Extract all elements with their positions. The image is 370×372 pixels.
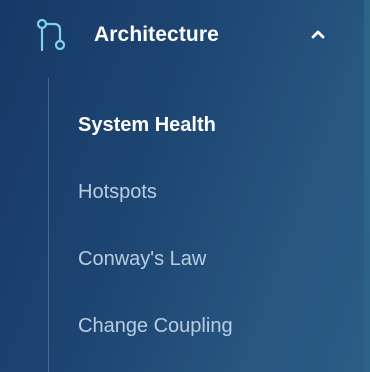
nav-item-conways-law[interactable]: Conway's Law xyxy=(0,234,364,301)
section-title: Architecture xyxy=(94,23,219,46)
nav-item-change-coupling[interactable]: Change Coupling xyxy=(0,301,364,368)
architecture-nav-list: System Health Hotspots Conway's Law Chan… xyxy=(0,100,364,368)
nav-item-label: Change Coupling xyxy=(78,315,233,337)
nav-item-label: Hotspots xyxy=(78,181,157,203)
nav-item-label: Conway's Law xyxy=(78,248,207,270)
sidebar-edge xyxy=(364,0,370,372)
chevron-up-icon[interactable] xyxy=(308,26,328,42)
architecture-section-header[interactable]: Architecture xyxy=(0,0,364,72)
git-branch-icon xyxy=(36,18,66,52)
nav-item-label: System Health xyxy=(78,114,216,136)
nav-item-hotspots[interactable]: Hotspots xyxy=(0,167,364,234)
nav-item-system-health[interactable]: System Health xyxy=(0,100,364,167)
